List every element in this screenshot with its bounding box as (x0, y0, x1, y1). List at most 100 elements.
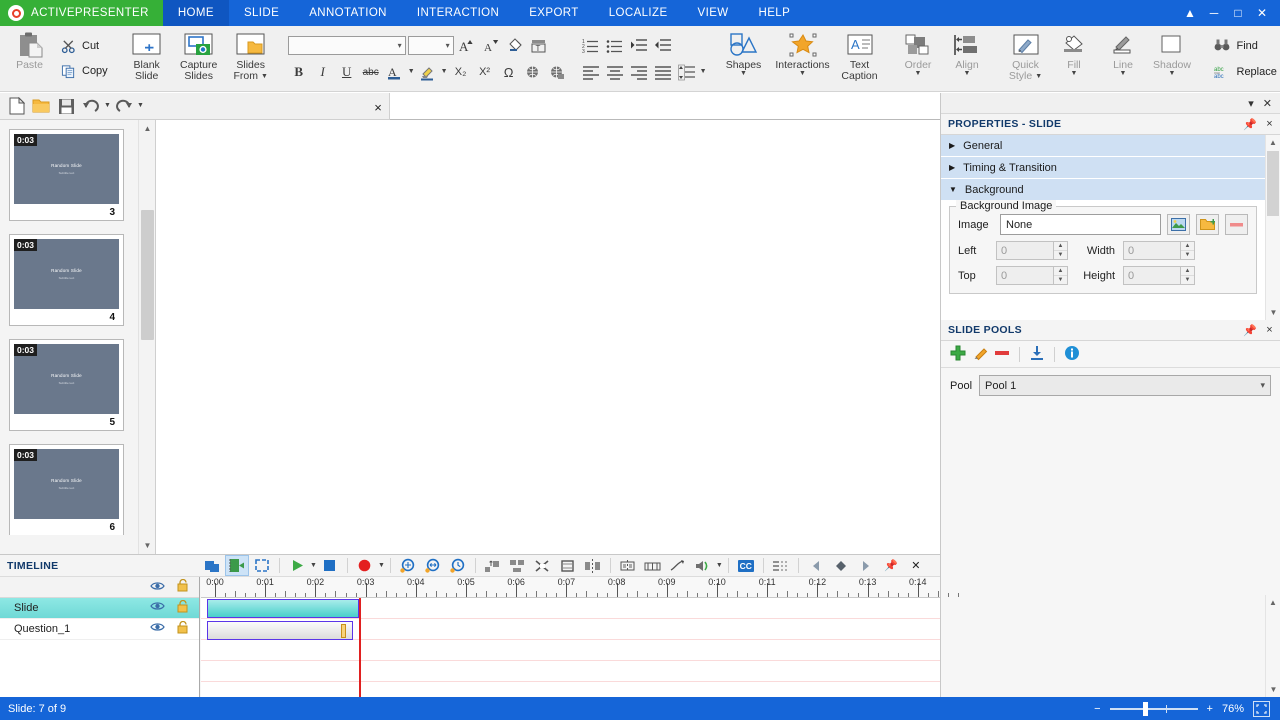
menu-item-home[interactable]: HOME (162, 0, 229, 26)
font-name-combo[interactable]: ▾ (287, 35, 406, 55)
lock-icon[interactable] (176, 620, 190, 637)
shadow-button[interactable]: Shadow ▼ (1148, 26, 1197, 91)
prev-keyframe-icon[interactable] (804, 555, 828, 576)
strikethrough-button[interactable]: abc (360, 61, 382, 83)
align-right-icon[interactable] (628, 61, 650, 83)
timeline-tracks-area[interactable]: 0:00 0:01 0:02 0:03 0:04 0:05 0:06 0:07 0:08 0:09… (201, 577, 959, 718)
decrease-indent-icon[interactable] (652, 34, 674, 56)
dock-close-icon[interactable]: ✕ (1263, 97, 1272, 110)
clear-format-icon[interactable] (504, 34, 526, 56)
chevron-down-icon[interactable]: ▾ (398, 41, 402, 50)
audio-icon[interactable] (691, 555, 715, 576)
section-background[interactable]: ▼ Background (941, 179, 1265, 201)
remove-icon[interactable] (1225, 214, 1248, 235)
slide-pools-scrollbar[interactable]: ▲ ▼ (1265, 595, 1280, 697)
menu-item-help[interactable]: HELP (744, 0, 806, 26)
left-spin-arrows[interactable]: ▲ ▼ (1053, 241, 1068, 260)
record-icon[interactable] (353, 555, 377, 576)
close-icon[interactable]: × (1266, 324, 1273, 337)
record-dropdown-caret-icon[interactable]: ▼ (378, 562, 385, 569)
capture-slides-button[interactable]: Capture Slides (173, 26, 225, 91)
align-center-icon[interactable] (604, 61, 626, 83)
dock-menu-caret-icon[interactable]: ▾ (1248, 97, 1254, 110)
insert-time-icon[interactable] (225, 555, 249, 576)
play-dropdown-caret-icon[interactable]: ▼ (310, 562, 317, 569)
underline-button[interactable]: U (336, 61, 358, 83)
copy-button[interactable]: Copy (57, 60, 108, 82)
quick-style-caret-icon[interactable]: ▼ (1035, 73, 1042, 80)
closed-caption-icon[interactable]: CC (734, 555, 758, 576)
lock-icon[interactable] (176, 599, 190, 616)
section-timing-transition[interactable]: ▶ Timing & Transition (941, 157, 1265, 179)
scroll-down-icon[interactable]: ▼ (1266, 682, 1280, 697)
scroll-up-icon[interactable]: ▲ (1266, 135, 1280, 150)
grow-font-icon[interactable]: A (456, 34, 478, 56)
close-icon[interactable]: ✕ (1250, 0, 1274, 26)
shapes-button[interactable]: Shapes ▼ (718, 26, 770, 91)
increase-indent-icon[interactable] (628, 34, 650, 56)
pin-icon[interactable]: 📌 (1243, 324, 1257, 337)
text-frame-icon[interactable]: T (528, 34, 550, 56)
height-spinner[interactable]: 0 ▲ ▼ (1123, 266, 1195, 285)
list-item[interactable]: 0:03 Random Slide Subtitle text 4 (9, 234, 124, 326)
pin-icon[interactable]: 📌 (1243, 118, 1257, 131)
clip-slide[interactable] (207, 599, 359, 618)
pool-combo[interactable]: Pool 1 ▾ (979, 375, 1271, 396)
align-left-icon[interactable] (580, 61, 602, 83)
order-button[interactable]: Order ▼ (894, 26, 943, 91)
clip-question-1[interactable] (207, 621, 353, 640)
cut-clip-icon[interactable] (531, 555, 555, 576)
menu-item-view[interactable]: VIEW (683, 0, 744, 26)
find-button[interactable]: Find (1211, 35, 1277, 57)
audio-dropdown-caret-icon[interactable]: ▼ (716, 562, 723, 569)
visibility-icon[interactable] (150, 600, 165, 616)
loop-icon[interactable] (250, 555, 274, 576)
save-disk-icon[interactable] (54, 95, 78, 118)
zoom-to-fit-icon[interactable] (396, 555, 420, 576)
scrollbar-thumb[interactable] (141, 210, 154, 340)
new-document-icon[interactable] (4, 95, 28, 118)
list-item[interactable]: 0:03 Random Slide Subtitle text 6 (9, 444, 124, 535)
replace-button[interactable]: abc abc Replace (1211, 61, 1277, 83)
paste-button[interactable]: Paste (5, 26, 54, 91)
list-item[interactable]: 0:03 Random Slide Subtitle text 3 (9, 129, 124, 221)
redo-caret-icon[interactable]: ▼ (137, 102, 144, 109)
zoom-out-button[interactable]: − (1094, 703, 1100, 715)
scroll-down-icon[interactable]: ▼ (1266, 305, 1280, 320)
open-folder-icon[interactable] (29, 95, 53, 118)
web-object-icon[interactable] (522, 61, 544, 83)
split-icon[interactable] (581, 555, 605, 576)
preview-play-icon[interactable] (285, 555, 309, 576)
section-general[interactable]: ▶ General (941, 135, 1265, 157)
edit-pool-icon[interactable] (972, 345, 988, 364)
menu-item-slide[interactable]: SLIDE (229, 0, 294, 26)
chevron-down-icon[interactable]: ▾ (446, 41, 450, 50)
scrollbar-thumb[interactable] (1267, 151, 1279, 216)
italic-button[interactable]: I (312, 61, 334, 83)
delete-frames-icon[interactable] (641, 555, 665, 576)
maximize-icon[interactable]: □ (1226, 0, 1250, 26)
align-caret-icon[interactable]: ▼ (964, 70, 971, 77)
move-up-icon[interactable] (481, 555, 505, 576)
select-objects-icon[interactable] (200, 555, 224, 576)
join-icon[interactable] (616, 555, 640, 576)
line-spacing-caret-icon[interactable]: ▼ (700, 68, 707, 75)
next-keyframe-icon[interactable] (854, 555, 878, 576)
redo-icon[interactable] (112, 95, 136, 118)
zoom-slider[interactable] (1109, 701, 1198, 716)
menu-item-export[interactable]: EXPORT (514, 0, 593, 26)
bulleted-list-icon[interactable] (604, 34, 626, 56)
undo-icon[interactable] (79, 95, 103, 118)
text-color-button[interactable]: A (384, 61, 406, 83)
zoom-time-icon[interactable] (446, 555, 470, 576)
text-color-caret-icon[interactable]: ▼ (408, 68, 415, 75)
shapes-caret-icon[interactable]: ▼ (740, 70, 747, 77)
move-down-icon[interactable] (506, 555, 530, 576)
interactions-caret-icon[interactable]: ▼ (799, 70, 806, 77)
slides-from-button[interactable]: Slides From ▼ (225, 26, 277, 91)
info-icon[interactable] (1064, 345, 1080, 364)
chevron-down-icon[interactable]: ▾ (1260, 380, 1265, 391)
clip-resize-handle[interactable] (341, 624, 346, 638)
image-picker-icon[interactable] (1167, 214, 1190, 235)
top-spinner[interactable]: 0 ▲ ▼ (996, 266, 1068, 285)
